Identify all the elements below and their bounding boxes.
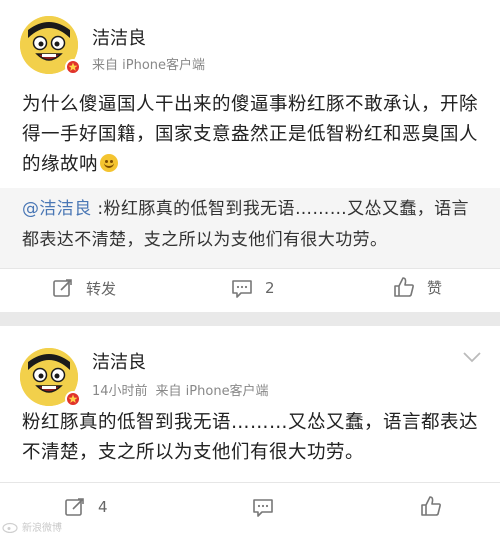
comment-button[interactable] — [252, 496, 286, 518]
divider — [0, 482, 500, 483]
avatar[interactable] — [20, 16, 81, 75]
repost-icon — [53, 279, 72, 297]
mention-link[interactable]: @洁洁良 — [22, 199, 92, 219]
post-text: 粉红豚真的低智到我无语………又怂又蠢，语言都表达不清楚，支之所以为支他们有很大功… — [22, 412, 479, 463]
post-body: 粉红豚真的低智到我无语………又怂又蠢，语言都表达不清楚，支之所以为支他们有很大功… — [22, 408, 482, 468]
post-meta: 来自 iPhone客户端 — [92, 54, 205, 73]
verified-badge-icon — [65, 59, 81, 75]
verified-badge-icon — [65, 391, 81, 407]
post-text: 为什么傻逼国人干出来的傻逼事粉红豚不敢承认，开除得一手好国籍，国家支意盎然正是低… — [22, 94, 479, 175]
like-button[interactable]: 赞 — [393, 276, 442, 298]
more-options-button[interactable] — [462, 350, 482, 364]
post-meta: 14小时前 来自 iPhone客户端 — [92, 380, 269, 399]
repost-icon — [65, 498, 84, 516]
like-label: 赞 — [427, 278, 443, 297]
smile-emoji-icon — [100, 154, 119, 172]
post-source: 来自 iPhone客户端 — [92, 58, 206, 73]
post-body: 为什么傻逼国人干出来的傻逼事粉红豚不敢承认，开除得一手好国籍，国家支意盎然正是低… — [22, 90, 482, 180]
watermark-text: 新浪微博 — [22, 523, 62, 534]
repost-label: 转发 — [86, 279, 117, 298]
watermark: 新浪微博 — [2, 519, 62, 534]
post-card-1: 洁洁良 来自 iPhone客户端 为什么傻逼国人干出来的傻逼事粉红豚不敢承认，开… — [0, 0, 500, 312]
thumbs-up-icon — [394, 277, 414, 297]
comment-count: 2 — [265, 279, 275, 297]
divider — [0, 268, 500, 269]
post-source: 来自 iPhone客户端 — [155, 384, 269, 399]
like-button[interactable] — [420, 495, 454, 517]
thumbs-up-icon — [421, 496, 441, 516]
comment-icon — [253, 499, 273, 517]
post-time: 14小时前 — [92, 384, 148, 399]
comment-button[interactable]: 2 — [231, 277, 275, 299]
weibo-logo-icon — [2, 522, 18, 533]
repost-button[interactable]: 转发 — [52, 277, 116, 299]
chevron-down-icon — [463, 352, 481, 363]
username[interactable]: 洁洁良 — [92, 348, 146, 374]
quoted-post[interactable]: @洁洁良 :粉红豚真的低智到我无语………又怂又蠢，语言都表达不清楚，支之所以为支… — [0, 188, 500, 268]
quoted-text: @洁洁良 :粉红豚真的低智到我无语………又怂又蠢，语言都表达不清楚，支之所以为支… — [22, 194, 482, 256]
avatar[interactable] — [20, 348, 81, 407]
repost-count: 4 — [98, 498, 108, 516]
repost-button[interactable]: 4 — [64, 496, 108, 518]
username[interactable]: 洁洁良 — [92, 24, 146, 50]
comment-icon — [232, 280, 252, 298]
post-card-2: 洁洁良 14小时前 来自 iPhone客户端 粉红豚真的低智到我无语………又怂又蠢… — [0, 326, 500, 538]
